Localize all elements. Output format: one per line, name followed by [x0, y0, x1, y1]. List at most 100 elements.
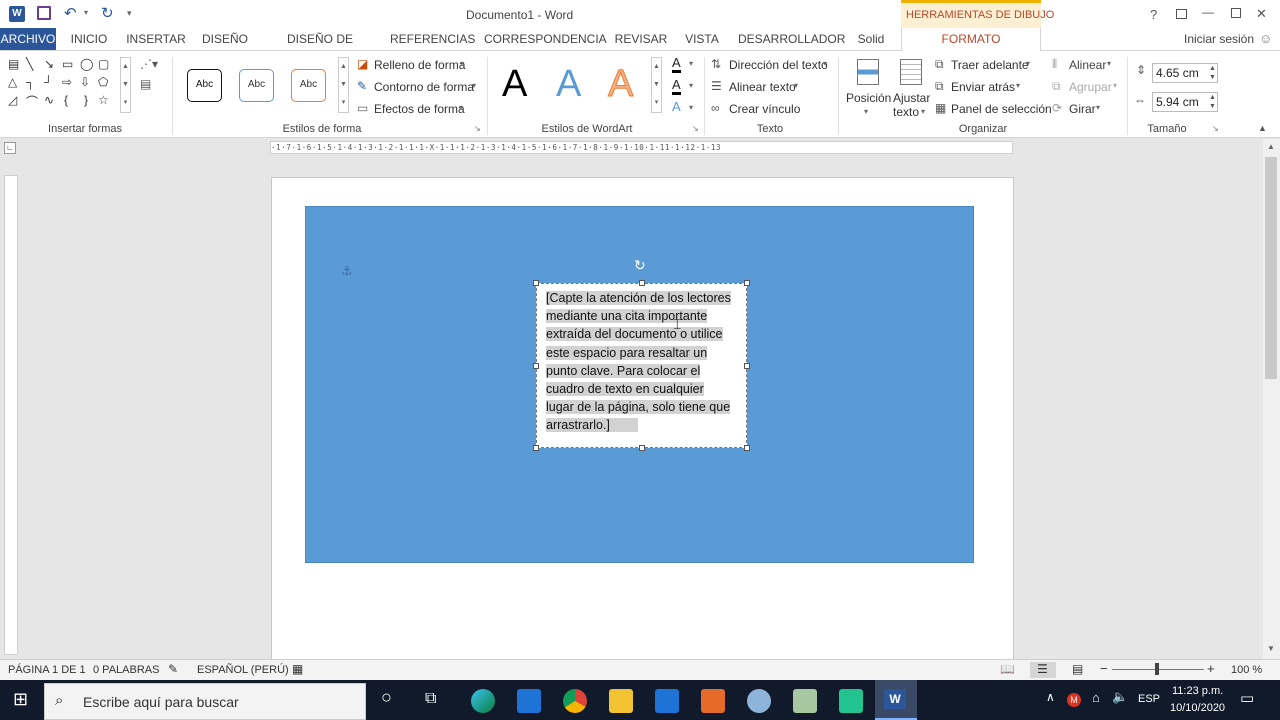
undo-dropdown-icon[interactable]: ▾: [84, 8, 88, 17]
task-view-icon[interactable]: ⧉: [425, 690, 436, 708]
position-button[interactable]: Posición: [846, 91, 891, 105]
draw-textbox-icon[interactable]: ▤: [140, 77, 151, 91]
read-mode-icon[interactable]: 📖: [1000, 662, 1015, 676]
redo-icon[interactable]: ↻: [101, 4, 114, 22]
wordart-style-black[interactable]: A: [502, 63, 527, 106]
paint-icon[interactable]: [747, 689, 771, 713]
tab-diseno[interactable]: DISEÑO: [200, 28, 250, 50]
text-effects-icon[interactable]: A: [672, 99, 681, 114]
selection-pane-button[interactable]: Panel de selección: [951, 102, 1052, 116]
text-direction-button[interactable]: Dirección del texto: [729, 58, 828, 72]
resize-handle-n[interactable]: [639, 280, 645, 286]
height-spinner-icon[interactable]: ▲ ▼: [1209, 64, 1216, 82]
shape-width-input[interactable]: 5.94 cm ▲ ▼: [1152, 92, 1218, 112]
shape-style-3[interactable]: Abc: [291, 69, 326, 102]
filmora-icon[interactable]: [839, 689, 863, 713]
network-icon[interactable]: ⌂: [1092, 690, 1100, 705]
wordart-gallery[interactable]: A A A: [492, 57, 662, 113]
help-button[interactable]: ?: [1150, 7, 1157, 22]
scroll-up-icon[interactable]: ▲: [1267, 142, 1275, 151]
zoom-level[interactable]: 100 %: [1231, 664, 1262, 676]
notifications-icon[interactable]: ▭: [1240, 689, 1254, 707]
shapes-gallery-scroll[interactable]: ▲ ▼ ▾: [120, 57, 131, 113]
text-outline-icon[interactable]: A: [672, 77, 681, 95]
star-shape-icon[interactable]: ☆: [98, 93, 109, 107]
shape-style-1[interactable]: Abc: [187, 69, 222, 102]
tab-insertar[interactable]: INSERTAR: [126, 28, 186, 50]
curve-shape-icon[interactable]: ∿: [44, 93, 54, 107]
right-brace-shape-icon[interactable]: }: [84, 93, 88, 107]
width-spinner-icon[interactable]: ▲ ▼: [1209, 93, 1216, 111]
resize-handle-se[interactable]: [744, 445, 750, 451]
right-arrow-shape-icon[interactable]: ⇨: [62, 75, 72, 89]
resize-handle-nw[interactable]: [533, 280, 539, 286]
shape-styles-scroll[interactable]: ▲ ▼ ▾: [338, 57, 349, 113]
zoom-in-icon[interactable]: +: [1207, 661, 1215, 676]
ribbon-display-options-icon[interactable]: [1176, 9, 1187, 19]
position-icon[interactable]: [857, 59, 879, 85]
windows-start-icon[interactable]: ⊞: [13, 689, 28, 710]
rotate-handle-icon[interactable]: ↻: [634, 257, 646, 274]
store-icon[interactable]: [655, 689, 679, 713]
edit-shape-icon[interactable]: ⋰▾: [140, 57, 158, 71]
align-button[interactable]: Alinear: [1069, 58, 1106, 72]
input-language[interactable]: ESP: [1138, 693, 1160, 705]
word-app-icon[interactable]: W: [9, 6, 25, 22]
macro-recording-icon[interactable]: ▦: [292, 662, 303, 676]
app-diamond-icon[interactable]: [793, 689, 817, 713]
chrome-icon[interactable]: [563, 689, 587, 713]
proofing-icon[interactable]: ✎: [168, 662, 178, 676]
tab-vista[interactable]: VISTA: [682, 28, 722, 50]
scroll-thumb[interactable]: [1265, 157, 1277, 379]
wordart-launcher-icon[interactable]: ↘: [692, 124, 699, 133]
zoom-slider-thumb[interactable]: [1155, 663, 1159, 675]
undo-icon[interactable]: ↶: [64, 4, 77, 22]
web-layout-icon[interactable]: ▤: [1072, 662, 1083, 676]
elbow-connector-shape-icon[interactable]: ┐: [26, 75, 35, 89]
textbox-shape-icon[interactable]: ▤: [8, 57, 19, 71]
vertical-ruler[interactable]: [4, 175, 18, 655]
resize-handle-ne[interactable]: [744, 280, 750, 286]
antivirus-tray-icon[interactable]: M: [1067, 693, 1081, 707]
file-explorer-icon[interactable]: [609, 689, 633, 713]
tab-diseno-pagina[interactable]: DISEÑO DE PÁGINA: [266, 28, 374, 68]
wordart-style-orange[interactable]: A: [607, 63, 633, 106]
tab-formato[interactable]: FORMATO: [901, 28, 1041, 51]
group-button[interactable]: Agrupar: [1069, 80, 1112, 94]
sign-in-link[interactable]: Iniciar sesión: [1184, 32, 1254, 46]
selected-text-box[interactable]: [Capte la atención de los lectores media…: [533, 280, 750, 451]
connector-shape-icon[interactable]: ┘: [44, 75, 53, 89]
size-launcher-icon[interactable]: ↘: [1212, 124, 1219, 133]
account-icon[interactable]: ☺: [1259, 31, 1272, 46]
wrap-text-button-line1[interactable]: Ajustar: [893, 91, 930, 105]
wrap-text-icon[interactable]: [900, 59, 922, 85]
align-text-button[interactable]: Alinear texto: [729, 80, 796, 94]
language-indicator[interactable]: ESPAÑOL (PERÚ): [197, 664, 289, 676]
freeform-shape-icon[interactable]: ◿: [8, 93, 17, 107]
tab-selector[interactable]: ∟: [4, 142, 16, 154]
close-button[interactable]: ✕: [1256, 6, 1267, 22]
maximize-icon[interactable]: [1231, 8, 1241, 18]
pentagon-shape-icon[interactable]: ⬠: [98, 75, 108, 89]
tab-archivo[interactable]: ARCHIVO: [0, 28, 56, 50]
scroll-down-icon[interactable]: ▼: [1267, 644, 1275, 653]
resize-handle-sw[interactable]: [533, 445, 539, 451]
minimize-button[interactable]: —: [1202, 5, 1214, 19]
vertical-scrollbar[interactable]: ▲ ▼: [1263, 139, 1280, 659]
shapes-gallery[interactable]: ▤ ╲ ↘ ▭ ◯ ▢ △ ┐ ┘ ⇨ ⇩ ⬠ ◿ ⌒ ∿ { } ☆ ▲ ▼ ▾: [6, 57, 132, 113]
rotate-button[interactable]: Girar: [1069, 102, 1096, 116]
mail-icon[interactable]: [517, 689, 541, 713]
shape-outline-button[interactable]: Contorno de forma: [374, 80, 474, 94]
word-count[interactable]: 0 PALABRAS: [93, 664, 159, 676]
clock-date[interactable]: 10/10/2020: [1170, 702, 1225, 714]
show-hidden-icons-icon[interactable]: ∧: [1046, 690, 1055, 704]
save-icon[interactable]: [37, 6, 51, 20]
shape-style-2[interactable]: Abc: [239, 69, 274, 102]
resize-handle-s[interactable]: [639, 445, 645, 451]
tab-correspondencia[interactable]: CORRESPONDENCIA: [484, 28, 607, 50]
tab-desarrollador[interactable]: DESARROLLADOR: [738, 28, 845, 50]
oval-shape-icon[interactable]: ◯: [80, 57, 93, 71]
left-brace-shape-icon[interactable]: {: [64, 93, 68, 107]
cortana-icon[interactable]: ○: [381, 687, 392, 708]
shape-effects-button[interactable]: Efectos de forma: [374, 102, 465, 116]
